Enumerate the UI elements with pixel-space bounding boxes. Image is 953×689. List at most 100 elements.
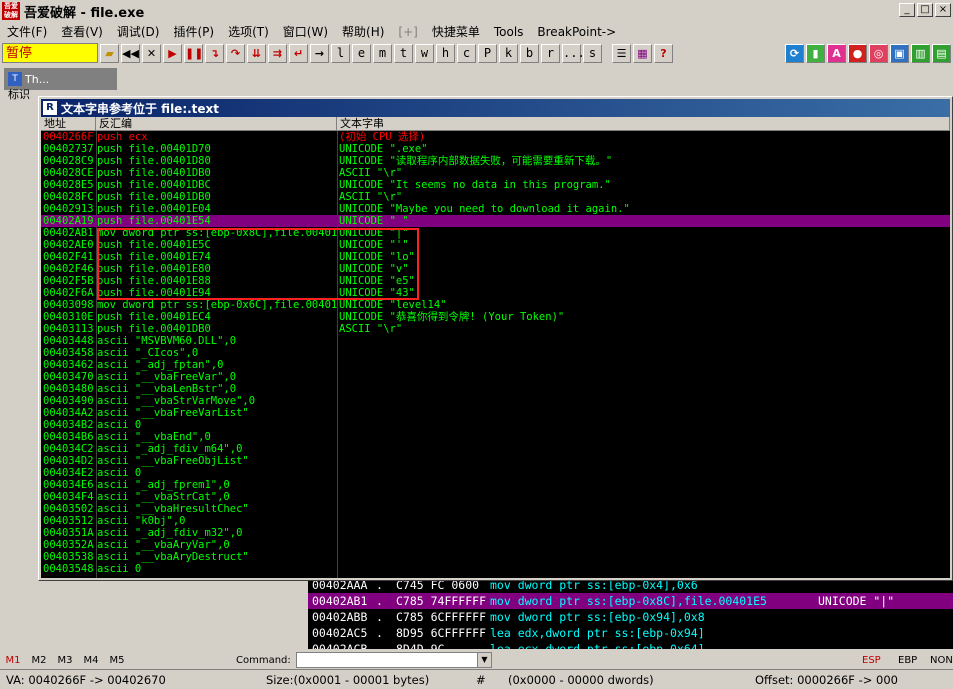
column-disassembly[interactable]: 反汇编	[96, 117, 337, 131]
string-row[interactable]: 0040352A ascii "__vbaAryVar",0	[41, 539, 950, 551]
cpu-row[interactable]: 00402AB1. C785 74FFFFFF mov dword ptr ss:[…	[308, 593, 953, 609]
close-button[interactable]: ×	[935, 3, 951, 17]
toolbar-s-button[interactable]: s	[583, 43, 602, 63]
layout-alt-icon[interactable]: ▤	[932, 43, 951, 63]
open-folder-icon[interactable]: ▰	[100, 43, 119, 63]
string-row[interactable]: 00403512 ascii "k0bj",0	[41, 515, 950, 527]
grid-icon[interactable]: ▦	[633, 43, 652, 63]
menu-help[interactable]: 帮助(H)	[335, 23, 391, 40]
string-row[interactable]: 0040266F push ecx (初始 CPU 选择)	[41, 131, 950, 143]
command-input[interactable]: ▼	[296, 652, 492, 668]
string-row[interactable]: 00403113 push file.00401DB0 ASCII "\r"	[41, 323, 950, 335]
string-row[interactable]: 00403548 ascii 0	[41, 563, 950, 575]
help-icon[interactable]: ?	[654, 43, 673, 63]
tab-m1[interactable]: M1	[0, 655, 26, 666]
a-icon[interactable]: A	[827, 43, 846, 63]
toolbar-r-button[interactable]: r	[541, 43, 560, 63]
string-row[interactable]: 00403448 ascii "MSVBVM60.DLL",0	[41, 335, 950, 347]
chevron-down-icon[interactable]: ▼	[477, 653, 491, 667]
cpu-row[interactable]: 00402AC5. 8D95 6CFFFFFF lea edx,dword ptr …	[308, 625, 953, 641]
string-row[interactable]: 00402913 push file.00401E04 UNICODE "Maybe…	[41, 203, 950, 215]
menu-options[interactable]: 选项(T)	[221, 23, 276, 40]
cpu-row[interactable]: 00402ACB. 8D4D 9C lea ecx,dword ptr ss:[eb…	[308, 641, 953, 649]
pause-icon[interactable]: ❚❚	[184, 43, 203, 63]
goto-icon[interactable]: →	[310, 43, 329, 63]
column-address[interactable]: 地址	[41, 117, 96, 131]
toolbar-e-button[interactable]: e	[352, 43, 371, 63]
string-row[interactable]: 004028E5 push file.00401DBC UNICODE "It se…	[41, 179, 950, 191]
string-row[interactable]: 004034E2 ascii 0	[41, 467, 950, 479]
string-row[interactable]: 00403490 ascii "__vbaStrVarMove",0	[41, 395, 950, 407]
menu-expand[interactable]: [+]	[391, 25, 424, 39]
trace-over-icon[interactable]: ⇉	[268, 43, 287, 63]
string-row[interactable]: 00403470 ascii "__vbaFreeVar",0	[41, 371, 950, 383]
layout-icon[interactable]: ▥	[911, 43, 930, 63]
string-row[interactable]: 004028FC push file.00401DB0 ASCII "\r"	[41, 191, 950, 203]
rewind-icon[interactable]: ◀◀	[121, 43, 140, 63]
string-row[interactable]: 004034D2 ascii "__vbaFreeObjList"	[41, 455, 950, 467]
toolbar-c-button[interactable]: c	[457, 43, 476, 63]
string-row[interactable]: 00403538 ascii "__vbaAryDestruct"	[41, 551, 950, 563]
menu-debug[interactable]: 调试(D)	[110, 23, 167, 40]
refresh-icon[interactable]: ⟳	[785, 43, 804, 63]
menu-breakpoint[interactable]: BreakPoint->	[530, 25, 623, 39]
string-row[interactable]: 00402A19 push file.00401E54 UNICODE " "	[41, 215, 950, 227]
reg-esp-button[interactable]: ESP	[862, 655, 881, 666]
menu-tools[interactable]: Tools	[487, 25, 531, 39]
toolbar-m-button[interactable]: m	[373, 43, 392, 63]
string-row[interactable]: 004034B2 ascii 0	[41, 419, 950, 431]
cpu-disassembly-pane[interactable]: 00402AAA. C745 FC 0600 mov dword ptr ss:[e…	[308, 581, 953, 649]
toolbar-k-button[interactable]: k	[499, 43, 518, 63]
tab-m2[interactable]: M2	[26, 655, 52, 666]
string-row[interactable]: 00403480 ascii "__vbaLenBstr",0	[41, 383, 950, 395]
plugin-icon[interactable]: ▮	[806, 43, 825, 63]
column-text-string[interactable]: 文本字串	[337, 117, 950, 131]
reg-none-button[interactable]: NONE	[930, 655, 953, 666]
toolbar-p-button[interactable]: P	[478, 43, 497, 63]
string-row[interactable]: 0040310E push file.00401EC4 UNICODE "恭喜你得到…	[41, 311, 950, 323]
menu-window[interactable]: 窗口(W)	[276, 23, 335, 40]
menu-file[interactable]: 文件(F)	[0, 23, 54, 40]
string-row[interactable]: 00403458 ascii "_CIcos",0	[41, 347, 950, 359]
menu-plugins[interactable]: 插件(P)	[166, 23, 221, 40]
strings-list[interactable]: 0040266F push ecx (初始 CPU 选择) 00402737 push …	[41, 131, 950, 578]
tab-m3[interactable]: M3	[52, 655, 78, 666]
toolbar-ellipsis-button[interactable]: ...	[562, 43, 585, 63]
menu-shortcuts[interactable]: 快捷菜单	[425, 23, 487, 40]
string-row[interactable]: 00403098 mov dword ptr ss:[ebp-0x6C],file…	[41, 299, 950, 311]
toolbar-w-button[interactable]: w	[415, 43, 434, 63]
maximize-button[interactable]: □	[917, 3, 933, 17]
string-row[interactable]: 00403502 ascii "__vbaHresultChec"	[41, 503, 950, 515]
reg-ebp-button[interactable]: EBP	[898, 655, 917, 666]
string-row[interactable]: 004034B6 ascii "__vbaEnd",0	[41, 431, 950, 443]
cpu-row[interactable]: 00402ABB. C785 6CFFFFFF mov dword ptr ss:[…	[308, 609, 953, 625]
toolbar-b-button[interactable]: b	[520, 43, 539, 63]
string-row[interactable]: 004034E6 ascii "_adj_fprem1",0	[41, 479, 950, 491]
trace-into-icon[interactable]: ⇊	[247, 43, 266, 63]
run-icon[interactable]: ▶	[163, 43, 182, 63]
string-row[interactable]: 004028C9 push file.00401D80 UNICODE "读取程序内…	[41, 155, 950, 167]
string-row[interactable]: 00402737 push file.00401D70 UNICODE ".exe"	[41, 143, 950, 155]
toolbar-t-button[interactable]: t	[394, 43, 413, 63]
cpu-row[interactable]: 00402AAA. C745 FC 0600 mov dword ptr ss:[e…	[308, 581, 953, 593]
list-icon[interactable]: ☰	[612, 43, 631, 63]
menu-view[interactable]: 查看(V)	[54, 23, 110, 40]
string-row[interactable]: 004034C2 ascii "_adj_fdiv_m64",0	[41, 443, 950, 455]
string-row[interactable]: 004034A2 ascii "__vbaFreeVarList"	[41, 407, 950, 419]
target-icon[interactable]: ◎	[869, 43, 888, 63]
minimize-button[interactable]: _	[899, 3, 915, 17]
toolbar-l-button[interactable]: l	[331, 43, 350, 63]
tab-m4[interactable]: M4	[78, 655, 104, 666]
step-into-icon[interactable]: ↴	[205, 43, 224, 63]
string-row[interactable]: 0040351A ascii "_adj_fdiv_m32",0	[41, 527, 950, 539]
string-row[interactable]: 004034F4 ascii "__vbaStrCat",0	[41, 491, 950, 503]
close-process-icon[interactable]: ✕	[142, 43, 161, 63]
record-icon[interactable]: ●	[848, 43, 867, 63]
toolbar-h-button[interactable]: h	[436, 43, 455, 63]
tab-m5[interactable]: M5	[104, 655, 130, 666]
execute-till-return-icon[interactable]: ↵	[289, 43, 308, 63]
string-row[interactable]: 004028CE push file.00401DB0 ASCII "\r"	[41, 167, 950, 179]
string-row[interactable]: 00403462 ascii "_adj_fptan",0	[41, 359, 950, 371]
window-icon[interactable]: ▣	[890, 43, 909, 63]
step-over-icon[interactable]: ↷	[226, 43, 245, 63]
